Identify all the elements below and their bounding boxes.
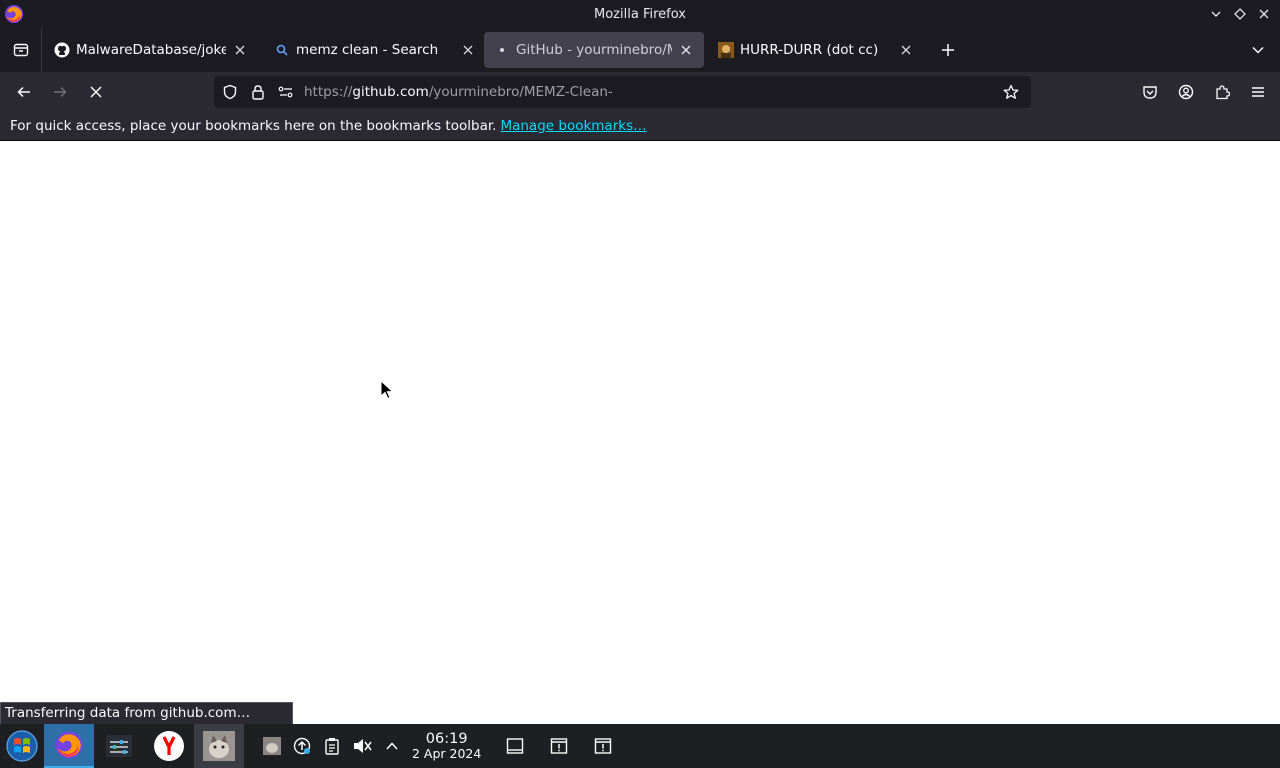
permissions-icon[interactable] xyxy=(272,78,300,106)
close-icon xyxy=(1259,9,1269,19)
view-recent-browsing-button[interactable] xyxy=(0,28,42,72)
arrow-left-icon xyxy=(17,86,30,98)
window-titlebar: Mozilla Firefox xyxy=(0,0,1280,28)
search-icon xyxy=(274,42,290,58)
lock-icon[interactable] xyxy=(244,78,272,106)
back-button[interactable] xyxy=(8,76,40,108)
windows-orb-icon xyxy=(6,730,38,762)
close-tab-icon[interactable] xyxy=(678,42,694,58)
tray-box-icon xyxy=(13,43,28,57)
pocket-icon xyxy=(1143,86,1157,99)
tab-malwaredatabase[interactable]: MalwareDatabase/jokes/M xyxy=(44,32,258,68)
clock-date: 2 Apr 2024 xyxy=(412,746,482,762)
url-scheme: https:// xyxy=(304,84,353,100)
account-icon xyxy=(1178,84,1194,100)
url-host: github.com xyxy=(352,84,429,100)
tab-label: HURR-DURR (dot cc) xyxy=(740,42,879,58)
cat-photo-thumbnail-icon xyxy=(203,731,235,761)
list-all-tabs-button[interactable] xyxy=(1244,34,1272,66)
digital-clock[interactable]: 06:19 2 Apr 2024 xyxy=(412,730,482,762)
pocket-button[interactable] xyxy=(1134,76,1166,108)
arrow-right-icon xyxy=(54,86,67,98)
tab-label: GitHub - yourminebro/ME xyxy=(516,42,672,58)
tab-label: MalwareDatabase/jokes/M xyxy=(76,42,226,58)
firefox-icon xyxy=(55,731,83,759)
navigation-toolbar: https://github.com/yourminebro/MEMZ-Clea… xyxy=(0,72,1280,112)
volume-muted-icon[interactable] xyxy=(350,734,374,758)
close-tab-icon[interactable] xyxy=(232,42,248,58)
plus-icon xyxy=(942,44,954,56)
hamburger-menu-icon xyxy=(1252,87,1264,97)
manage-bookmarks-link[interactable]: Manage bookmarks… xyxy=(500,118,646,134)
stop-loading-button[interactable] xyxy=(80,76,112,108)
alert-icon[interactable] xyxy=(591,734,615,758)
chevron-down-icon xyxy=(1252,46,1264,54)
extensions-button[interactable] xyxy=(1206,76,1238,108)
update-notifier-icon[interactable] xyxy=(290,734,314,758)
taskbar: 06:19 2 Apr 2024 xyxy=(0,724,1280,768)
status-panel: Transferring data from github.com… xyxy=(0,702,293,724)
clock-time: 06:19 xyxy=(425,730,468,747)
taskbar-yandex-browser[interactable] xyxy=(144,724,194,768)
mouse-cursor-icon xyxy=(380,380,394,400)
firefox-icon xyxy=(5,5,23,23)
taskbar-system-settings[interactable] xyxy=(94,724,144,768)
url-text[interactable]: https://github.com/yourminebro/MEMZ-Clea… xyxy=(304,84,613,100)
notification-icon[interactable] xyxy=(547,734,571,758)
new-tab-button[interactable] xyxy=(932,34,964,66)
tray-image-thumbnail-icon[interactable] xyxy=(260,734,284,758)
tab-strip: MalwareDatabase/jokes/M memz clean - Sea… xyxy=(0,28,1280,72)
minimize-button[interactable] xyxy=(1206,4,1226,24)
window-title: Mozilla Firefox xyxy=(594,6,686,22)
yandex-browser-icon xyxy=(154,731,184,761)
account-button[interactable] xyxy=(1170,76,1202,108)
maximize-button[interactable] xyxy=(1230,4,1250,24)
url-path: /yourminebro/MEMZ-Clean- xyxy=(428,84,613,100)
clipboard-icon[interactable] xyxy=(320,734,344,758)
settings-sliders-icon xyxy=(106,735,132,757)
url-bar[interactable]: https://github.com/yourminebro/MEMZ-Clea… xyxy=(214,76,1031,108)
chevron-down-icon xyxy=(1211,11,1221,17)
start-menu-button[interactable] xyxy=(0,724,44,768)
bookmark-star-icon[interactable] xyxy=(997,78,1025,106)
puzzle-icon xyxy=(1216,85,1230,100)
site-thumbnail-icon xyxy=(718,42,734,58)
close-window-button[interactable] xyxy=(1254,4,1274,24)
page-content[interactable] xyxy=(0,142,1280,724)
bookmarks-toolbar: For quick access, place your bookmarks h… xyxy=(0,112,1280,141)
app-menu-button[interactable] xyxy=(1242,76,1274,108)
diamond-icon xyxy=(1234,8,1246,20)
taskbar-firefox[interactable] xyxy=(44,724,94,768)
tab-label: memz clean - Search xyxy=(296,42,439,58)
show-desktop-icon[interactable] xyxy=(503,734,527,758)
bookmarks-empty-message: For quick access, place your bookmarks h… xyxy=(10,118,497,134)
tab-memz-search[interactable]: memz clean - Search xyxy=(264,32,486,68)
show-hidden-icons-icon[interactable] xyxy=(380,734,404,758)
loading-dot-icon xyxy=(494,42,510,58)
close-icon xyxy=(90,86,102,98)
forward-button[interactable] xyxy=(44,76,76,108)
github-icon xyxy=(54,42,70,58)
tab-github-yourminebro[interactable]: GitHub - yourminebro/ME xyxy=(484,32,704,68)
taskbar-image-viewer[interactable] xyxy=(194,724,244,768)
close-tab-icon[interactable] xyxy=(898,42,914,58)
tracking-protection-shield-icon[interactable] xyxy=(216,78,244,106)
close-tab-icon[interactable] xyxy=(460,42,476,58)
tab-hurr-durr[interactable]: HURR-DURR (dot cc) xyxy=(708,32,924,68)
